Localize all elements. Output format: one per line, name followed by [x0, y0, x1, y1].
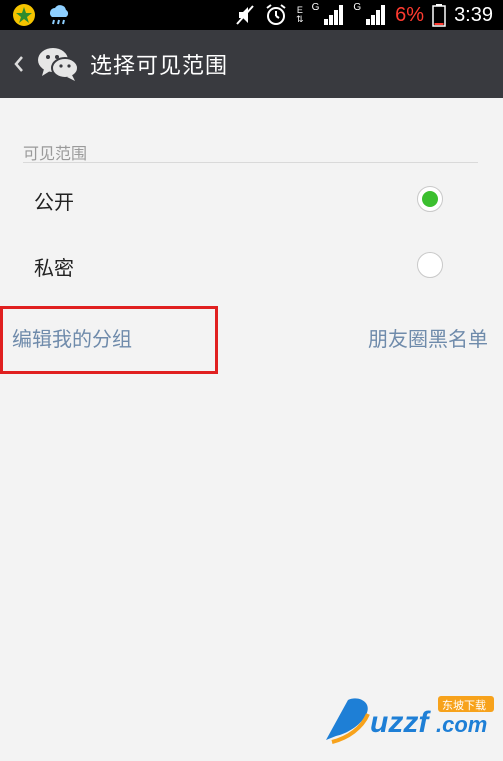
status-bar: E ⇅ G G 6% 3:39: [0, 0, 503, 30]
page-title: 选择可见范围: [90, 54, 229, 79]
alarm-icon: [266, 4, 286, 25]
radio-unselected-icon[interactable]: [417, 252, 443, 278]
signal-icon: [366, 5, 386, 25]
network-type-label: G: [353, 1, 362, 13]
blacklist-link[interactable]: 朋友圈黑名单: [368, 323, 488, 352]
mute-icon: [236, 5, 254, 25]
option-label: 公开: [34, 190, 74, 214]
section-header: 可见范围: [23, 144, 88, 163]
svg-text:东坡下载: 东坡下载: [442, 699, 486, 712]
svg-text:uzzf: uzzf: [370, 706, 431, 739]
svg-text:.com: .com: [436, 712, 487, 737]
network-type-label: G: [311, 1, 320, 13]
wechat-icon: [38, 48, 79, 81]
highlight-annotation: [0, 306, 218, 374]
data-arrows-icon: E ⇅: [296, 5, 304, 24]
section-divider: [23, 162, 478, 163]
option-label: 私密: [34, 256, 74, 280]
clock: 3:39: [454, 3, 493, 26]
radio-selected-icon[interactable]: [417, 186, 443, 212]
battery-percent: 6%: [395, 3, 425, 26]
status-right-icons: E ⇅ G G 6% 3:39: [234, 0, 493, 30]
status-left-icons: [12, 3, 72, 27]
action-bar: 选择可见范围: [0, 30, 503, 98]
option-public[interactable]: 公开: [0, 170, 503, 230]
watermark-logo: uzzf .com 东坡下载: [326, 696, 494, 744]
signal-icon: [324, 5, 344, 25]
weather-icon: [50, 5, 69, 25]
option-private[interactable]: 私密: [0, 236, 503, 296]
app-icon: [13, 4, 35, 26]
chevron-left-icon[interactable]: [8, 48, 30, 80]
battery-icon: [432, 4, 446, 27]
